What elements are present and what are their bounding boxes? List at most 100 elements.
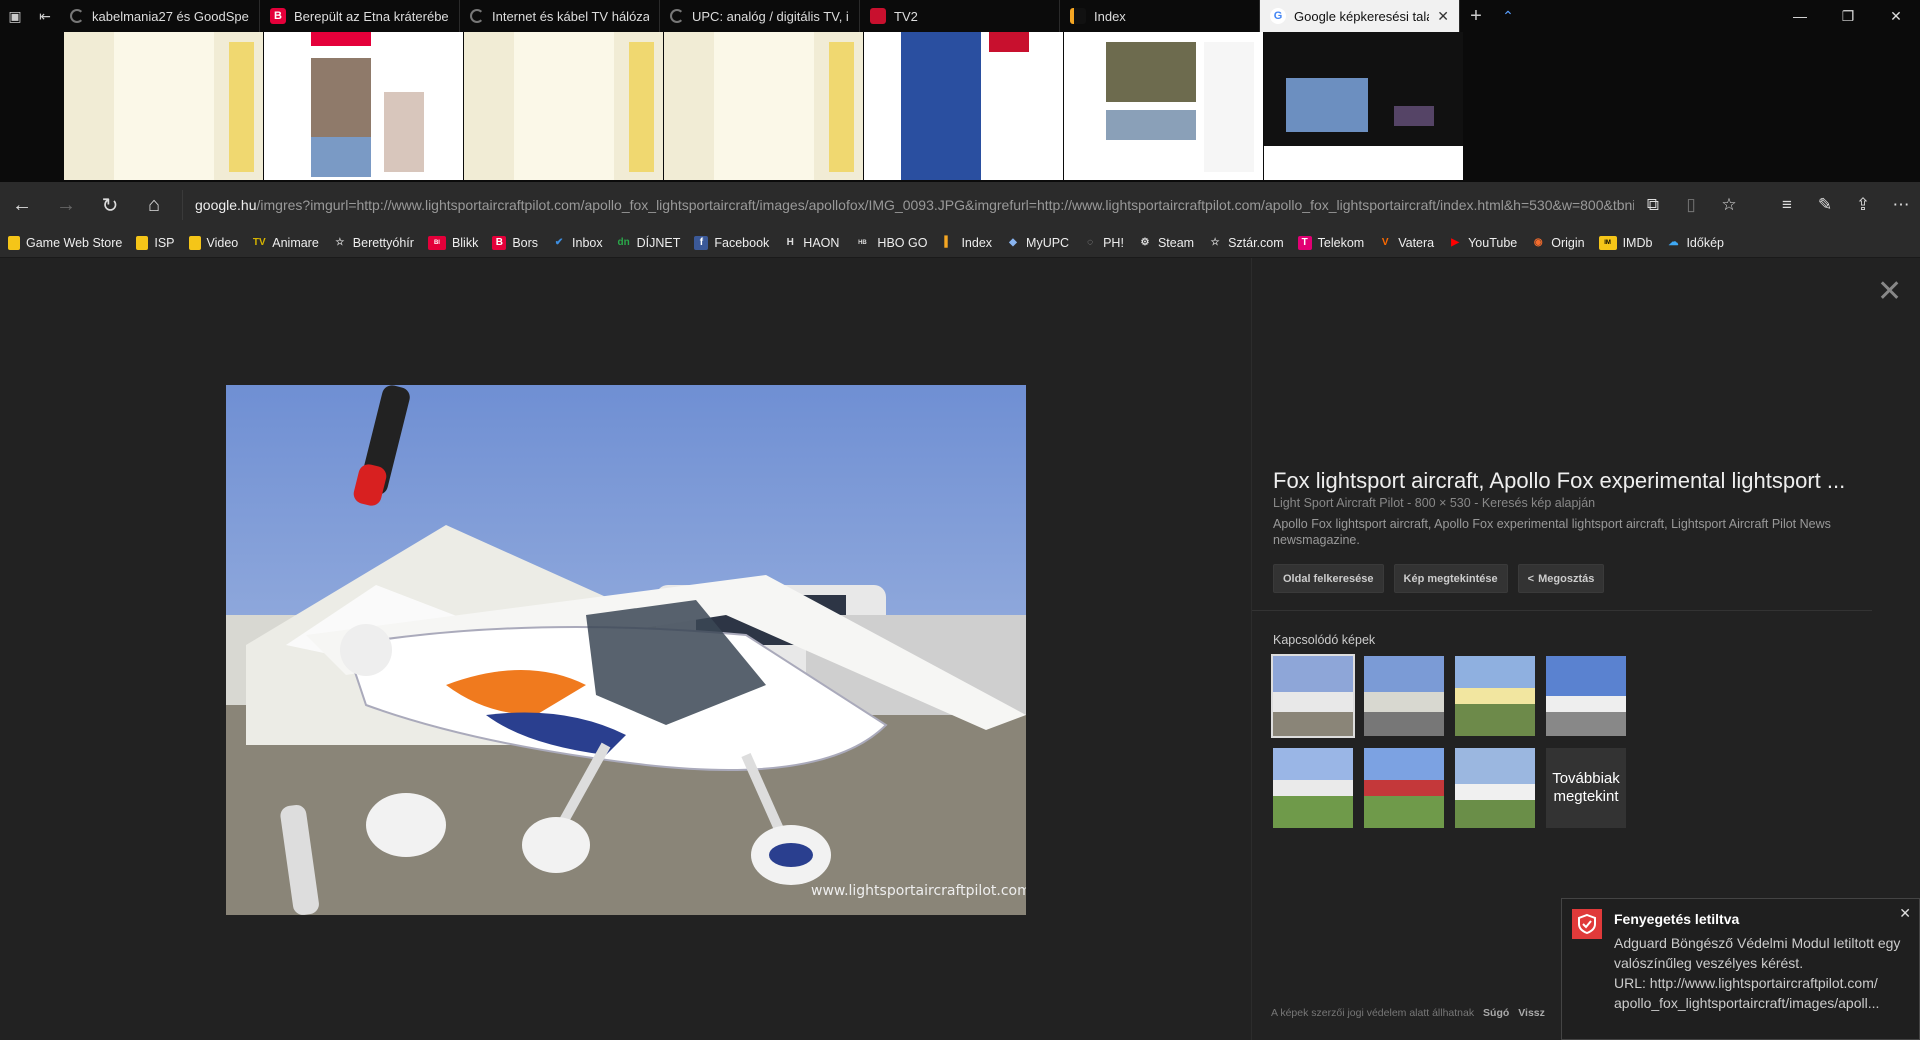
extension-icon[interactable]: ⧉ bbox=[1634, 182, 1672, 228]
tab-bar: ▣ ⇤ kabelmania27 és GoodSpee B Berepült az… bbox=[0, 0, 1920, 32]
visit-page-button[interactable]: Oldal felkeresése bbox=[1273, 564, 1384, 593]
favorite-hbo-go[interactable]: HB HBO GO bbox=[853, 236, 927, 250]
panel-footer: A képek szerzői jogi védelem alatt állha… bbox=[1271, 1007, 1545, 1019]
share-small-icon: < bbox=[1527, 572, 1535, 585]
related-image-3[interactable] bbox=[1455, 656, 1535, 736]
related-image-2[interactable] bbox=[1364, 656, 1444, 736]
tab-4[interactable]: UPC: analóg / digitális TV, ir bbox=[660, 0, 860, 32]
related-images-title: Kapcsolódó képek bbox=[1273, 633, 1376, 647]
copyright-note: A képek szerzői jogi védelem alatt állha… bbox=[1271, 1007, 1475, 1019]
refresh-button[interactable]: ↻ bbox=[88, 182, 132, 228]
favorite-inbox[interactable]: ✔ Inbox bbox=[552, 236, 603, 250]
favorite-youtube[interactable]: ▶ YouTube bbox=[1448, 236, 1517, 250]
tab-5[interactable]: TV2 bbox=[860, 0, 1060, 32]
related-image-5[interactable] bbox=[1273, 748, 1353, 828]
tab-preview-icon[interactable]: ▣ bbox=[0, 0, 30, 32]
tab-preview-4[interactable] bbox=[664, 32, 863, 180]
meta-sep-1: - bbox=[1407, 496, 1415, 510]
restore-button[interactable]: ❐ bbox=[1824, 0, 1872, 32]
favorite-díjnet[interactable]: dn DÍJNET bbox=[617, 236, 681, 250]
favorite-animare[interactable]: TV Animare bbox=[252, 236, 319, 250]
home-button[interactable]: ⌂ bbox=[132, 182, 176, 228]
help-link[interactable]: Súgó bbox=[1483, 1007, 1509, 1019]
close-viewer-button[interactable]: ✕ bbox=[1877, 274, 1902, 309]
tab-3[interactable]: Internet és kábel TV hálózat bbox=[460, 0, 660, 32]
tab-preview-7[interactable] bbox=[1264, 32, 1463, 180]
favorite-origin[interactable]: ◉ Origin bbox=[1531, 236, 1585, 250]
favorite-label: PH! bbox=[1103, 235, 1124, 250]
search-by-image-link[interactable]: Keresés kép alapján bbox=[1482, 496, 1595, 510]
favorite-video[interactable]: Video bbox=[188, 235, 239, 250]
set-aside-tabs-icon[interactable]: ⇤ bbox=[30, 0, 60, 32]
favorite-myupc[interactable]: ◆ MyUPC bbox=[1006, 236, 1069, 250]
star-icon: ☆ bbox=[1210, 237, 1220, 248]
tab-7[interactable]: G Google képkeresési talá ✕ bbox=[1260, 0, 1460, 32]
related-image-6[interactable] bbox=[1364, 748, 1444, 828]
tab-title: kabelmania27 és GoodSpee bbox=[92, 8, 249, 24]
favorite-berettyóhír[interactable]: ☆ Berettyóhír bbox=[333, 236, 414, 250]
see-more-related-button[interactable]: Továbbiak megtekint bbox=[1546, 748, 1626, 828]
back-button[interactable]: ← bbox=[0, 182, 44, 228]
favorite-label: Video bbox=[206, 235, 239, 250]
hub-icon[interactable]: ≡ bbox=[1768, 182, 1806, 228]
result-source[interactable]: Light Sport Aircraft Pilot bbox=[1273, 496, 1404, 510]
favorite-facebook[interactable]: f Facebook bbox=[694, 235, 769, 250]
more-icon[interactable]: ⋯ bbox=[1882, 182, 1920, 228]
tab-preview-3[interactable] bbox=[464, 32, 663, 180]
spinner-icon bbox=[470, 9, 484, 23]
favorite-steam[interactable]: ⚙ Steam bbox=[1138, 236, 1194, 250]
tab-preview-2[interactable] bbox=[264, 32, 463, 180]
favorite-blikk[interactable]: Bl Blikk bbox=[427, 235, 478, 250]
favorite-game-web-store[interactable]: Game Web Store bbox=[8, 235, 123, 250]
close-window-button[interactable]: ✕ bbox=[1872, 0, 1920, 32]
forward-button[interactable]: → bbox=[44, 182, 88, 228]
tab-2[interactable]: B Berepült az Etna kráterébe a bbox=[260, 0, 460, 32]
favorite-ph-[interactable]: ◌ PH! bbox=[1083, 236, 1124, 250]
reading-view-icon[interactable]: ▯ bbox=[1672, 182, 1710, 228]
favorite-label: Game Web Store bbox=[26, 235, 123, 250]
hide-previews-icon[interactable]: ⌃ bbox=[1492, 0, 1524, 32]
dn-icon: dn bbox=[617, 237, 630, 248]
favorite-label: Időkép bbox=[1686, 235, 1724, 250]
HBO-icon: HB bbox=[858, 239, 867, 246]
favorite-isp[interactable]: ISP bbox=[136, 235, 175, 250]
image-preview-area: www.lightsportaircraftpilot.com bbox=[0, 258, 1251, 1040]
result-title[interactable]: Fox lightsport aircraft, Apollo Fox expe… bbox=[1273, 468, 1893, 494]
minimize-button[interactable]: — bbox=[1776, 0, 1824, 32]
folder-icon bbox=[8, 235, 20, 250]
favorite-label: Vatera bbox=[1398, 235, 1435, 250]
favorite-vatera[interactable]: V Vatera bbox=[1378, 236, 1434, 250]
favorite-sztár-com[interactable]: ☆ Sztár.com bbox=[1208, 236, 1284, 250]
favorite-label: YouTube bbox=[1468, 235, 1518, 250]
result-actions: Oldal felkeresése Kép megtekintése < Mego… bbox=[1273, 564, 1605, 593]
view-image-button[interactable]: Kép megtekintése bbox=[1393, 564, 1508, 593]
related-image-7[interactable] bbox=[1455, 748, 1535, 828]
favorite-időkép[interactable]: ☁ Időkép bbox=[1666, 236, 1724, 250]
url-path: /imgres?imgurl=http://www.lightsportairc… bbox=[256, 197, 1634, 213]
close-tab-icon[interactable]: ✕ bbox=[1437, 8, 1449, 25]
share-button[interactable]: < Megosztás bbox=[1517, 564, 1605, 593]
aircraft-image[interactable]: www.lightsportaircraftpilot.com bbox=[226, 385, 1026, 915]
favorite-haon[interactable]: H HAON bbox=[783, 236, 840, 250]
index-icon: ▍ bbox=[944, 237, 953, 248]
tab-preview-6[interactable] bbox=[1064, 32, 1263, 180]
feedback-link[interactable]: Vissz bbox=[1518, 1007, 1545, 1019]
address-field[interactable]: google.hu/imgres?imgurl=http://www.light… bbox=[182, 190, 1634, 220]
new-tab-button[interactable]: + bbox=[1460, 0, 1492, 32]
favorite-index[interactable]: ▍ Index bbox=[941, 236, 992, 250]
favorite-star-icon[interactable]: ☆ bbox=[1710, 182, 1748, 228]
favorite-telekom[interactable]: T Telekom bbox=[1297, 235, 1364, 250]
tab-preview-5[interactable] bbox=[864, 32, 1063, 180]
tab-preview-1[interactable] bbox=[64, 32, 263, 180]
related-image-4[interactable] bbox=[1546, 656, 1626, 736]
B-icon: B bbox=[492, 235, 507, 250]
share-icon[interactable]: ⇪ bbox=[1844, 182, 1882, 228]
tab-1[interactable]: kabelmania27 és GoodSpee bbox=[60, 0, 260, 32]
favorites-bar: Game Web Store ISP Video TV Animare ☆ Berettyó… bbox=[0, 228, 1920, 258]
tab-6[interactable]: Index bbox=[1060, 0, 1260, 32]
close-notification-button[interactable]: ✕ bbox=[1899, 905, 1911, 922]
related-image-1[interactable] bbox=[1271, 654, 1355, 738]
favorite-imdb[interactable]: IM IMDb bbox=[1598, 235, 1652, 250]
favorite-bors[interactable]: B Bors bbox=[492, 235, 538, 250]
web-note-icon[interactable]: ✎ bbox=[1806, 182, 1844, 228]
